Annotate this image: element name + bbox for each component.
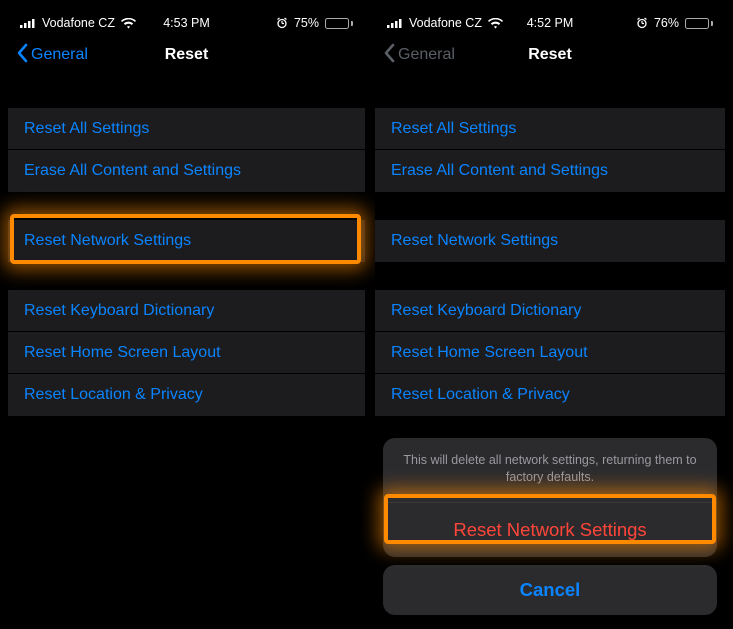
row-label: Reset Home Screen Layout (391, 344, 588, 362)
row-label: Reset Location & Privacy (24, 386, 203, 404)
nav-bar: General Reset (8, 34, 365, 76)
reset-all-settings-row[interactable]: Reset All Settings (8, 108, 365, 150)
back-button: General (383, 43, 455, 68)
wifi-icon (488, 18, 503, 29)
battery-percent-label: 76% (654, 16, 679, 30)
row-label: Reset All Settings (24, 120, 149, 138)
erase-all-content-row[interactable]: Erase All Content and Settings (8, 150, 365, 192)
row-label: Reset All Settings (391, 120, 516, 138)
back-button[interactable]: General (16, 43, 88, 68)
signal-icon (20, 18, 36, 28)
chevron-left-icon (383, 43, 396, 68)
erase-all-content-row: Erase All Content and Settings (375, 150, 725, 192)
row-label: Reset Keyboard Dictionary (24, 302, 214, 320)
reset-network-settings-row[interactable]: Reset Network Settings (8, 220, 365, 262)
clock-label: 4:53 PM (163, 16, 210, 30)
row-label: Reset Network Settings (391, 232, 558, 250)
reset-all-settings-row: Reset All Settings (375, 108, 725, 150)
clock-label: 4:52 PM (527, 16, 574, 30)
row-label: Erase All Content and Settings (24, 162, 241, 180)
settings-group-2: Reset Network Settings (375, 220, 725, 262)
wifi-icon (121, 18, 136, 29)
nav-bar: General Reset (375, 34, 725, 76)
alarm-icon (276, 17, 288, 29)
confirm-reset-button[interactable]: Reset Network Settings (383, 503, 717, 557)
battery-icon (685, 18, 713, 29)
row-label: Reset Home Screen Layout (24, 344, 221, 362)
reset-home-screen-layout-row[interactable]: Reset Home Screen Layout (8, 332, 365, 374)
phone-left: Vodafone CZ 4:53 PM 75% General Reset (8, 12, 365, 617)
action-sheet-message: This will delete all network settings, r… (383, 438, 717, 503)
settings-group-1: Reset All Settings Erase All Content and… (375, 108, 725, 192)
settings-group-2: Reset Network Settings (8, 220, 365, 262)
carrier-label: Vodafone CZ (42, 16, 115, 30)
action-sheet: This will delete all network settings, r… (383, 438, 717, 615)
status-bar: Vodafone CZ 4:53 PM 75% (8, 12, 365, 34)
reset-keyboard-dictionary-row[interactable]: Reset Keyboard Dictionary (8, 290, 365, 332)
reset-keyboard-dictionary-row: Reset Keyboard Dictionary (375, 290, 725, 332)
signal-icon (387, 18, 403, 28)
cancel-button[interactable]: Cancel (383, 565, 717, 615)
back-label: General (398, 46, 455, 64)
carrier-label: Vodafone CZ (409, 16, 482, 30)
reset-network-settings-row: Reset Network Settings (375, 220, 725, 262)
row-label: Reset Location & Privacy (391, 386, 570, 404)
reset-home-screen-layout-row: Reset Home Screen Layout (375, 332, 725, 374)
row-label: Reset Keyboard Dictionary (391, 302, 581, 320)
settings-group-3: Reset Keyboard Dictionary Reset Home Scr… (8, 290, 365, 416)
row-label: Reset Network Settings (24, 232, 191, 250)
phone-right: Vodafone CZ 4:52 PM 76% General Reset (375, 12, 725, 617)
chevron-left-icon (16, 43, 29, 68)
battery-icon (325, 18, 353, 29)
status-bar: Vodafone CZ 4:52 PM 76% (375, 12, 725, 34)
row-label: Erase All Content and Settings (391, 162, 608, 180)
settings-group-1: Reset All Settings Erase All Content and… (8, 108, 365, 192)
reset-location-privacy-row: Reset Location & Privacy (375, 374, 725, 416)
reset-location-privacy-row[interactable]: Reset Location & Privacy (8, 374, 365, 416)
back-label: General (31, 46, 88, 64)
alarm-icon (636, 17, 648, 29)
settings-group-3: Reset Keyboard Dictionary Reset Home Scr… (375, 290, 725, 416)
action-sheet-card: This will delete all network settings, r… (383, 438, 717, 557)
battery-percent-label: 75% (294, 16, 319, 30)
